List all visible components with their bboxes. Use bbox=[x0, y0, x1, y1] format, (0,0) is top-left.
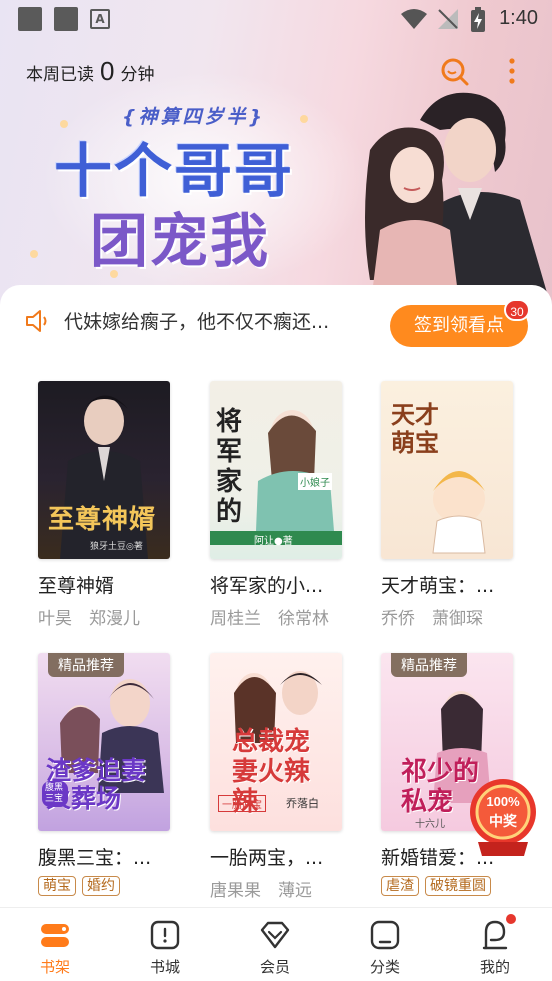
prize-percent: 100% bbox=[486, 794, 520, 809]
cover-title: 至尊神婿 bbox=[48, 505, 157, 535]
search-icon[interactable] bbox=[440, 57, 470, 87]
nav-label: 书城 bbox=[149, 958, 180, 976]
book-card[interactable]: 精品推荐 渣爹追妻火葬场 腹黑三宝 腹黑三宝：... 萌宝 婚约 bbox=[38, 653, 178, 896]
hero-banner[interactable]: {神算四岁半} 十个哥哥 团宠我 A 1:40 本周已读 0 分钟 bbox=[0, 0, 552, 310]
nav-bookshelf[interactable]: 书架 bbox=[0, 908, 110, 981]
reading-prefix: 本周已读 bbox=[26, 65, 94, 85]
notification-dot bbox=[506, 914, 516, 924]
cover-title: 天才萌宝 bbox=[391, 400, 439, 457]
profile-icon bbox=[482, 920, 508, 950]
checkin-badge: 30 bbox=[504, 299, 530, 321]
nav-membership[interactable]: 会员 bbox=[220, 908, 330, 981]
bottom-navigation: 书架 书城 会员 分类 我的 bbox=[0, 907, 552, 981]
reading-minutes: 0 bbox=[100, 56, 115, 86]
recommended-badge: 精品推荐 bbox=[48, 653, 124, 677]
book-card[interactable]: 总裁宠妻火辣辣 一胎两宝 乔落白 一胎两宝，... 唐果果 薄远 bbox=[210, 653, 350, 901]
lucky-draw-widget[interactable]: 100% 中奖 bbox=[468, 776, 538, 858]
prize-label: 中奖 bbox=[489, 814, 517, 830]
book-tag: 婚约 bbox=[82, 876, 120, 896]
cover-subtitle: 小娘子 bbox=[298, 473, 332, 490]
notice-bar[interactable]: 代妹嫁给瘸子，他不仅不瘸还... bbox=[24, 307, 364, 334]
status-bar: A 1:40 bbox=[0, 0, 552, 40]
banner-title-line2: 团宠我 bbox=[90, 207, 271, 275]
nav-label: 我的 bbox=[479, 958, 510, 976]
book-tag: 虐渣 bbox=[381, 876, 419, 896]
book-cover[interactable]: 精品推荐 渣爹追妻火葬场 腹黑三宝 bbox=[38, 653, 170, 831]
cover-credit: 乔落白 bbox=[286, 797, 319, 810]
book-title[interactable]: 将军家的小... bbox=[210, 571, 350, 598]
cover-subtitle: 一胎两宝 bbox=[218, 795, 266, 812]
book-authors: 乔侨 萧御琛 bbox=[381, 609, 483, 629]
book-cover[interactable]: 至尊神婿 狼牙土豆◎著 bbox=[38, 381, 170, 559]
cover-credit: 狼牙土豆◎著 bbox=[90, 542, 143, 552]
banner-title-art: {神算四岁半} 十个哥哥 团宠我 bbox=[40, 98, 340, 278]
book-card[interactable]: 将军家的 小娘子 阿让●著 将军家的小... 周桂兰 徐常林 bbox=[210, 381, 350, 629]
couple-illustration bbox=[365, 92, 552, 310]
book-tags: 萌宝 婚约 bbox=[38, 876, 178, 896]
book-title[interactable]: 一胎两宝，... bbox=[210, 843, 350, 870]
book-card[interactable]: 天才萌宝 天才萌宝：... 乔侨 萧御琛 bbox=[381, 381, 521, 629]
cover-subtitle: 腹黑三宝 bbox=[42, 781, 68, 807]
more-options-icon[interactable] bbox=[502, 57, 522, 87]
nav-category[interactable]: 分类 bbox=[330, 908, 440, 981]
notice-text[interactable]: 代妹嫁给瘸子，他不仅不瘸还... bbox=[64, 307, 364, 334]
no-signal-icon bbox=[438, 9, 458, 29]
notification-icon bbox=[54, 7, 78, 31]
category-icon bbox=[370, 920, 400, 950]
cover-credit: 阿让●著 bbox=[254, 536, 293, 547]
book-card[interactable]: 精品推荐 祁少的私宠 十六儿 新婚错爱：... 虐渣 破镜重圆 bbox=[381, 653, 521, 896]
speaker-icon bbox=[26, 309, 47, 332]
book-title[interactable]: 天才萌宝：... bbox=[381, 571, 521, 598]
clock: 1:40 bbox=[499, 7, 538, 29]
book-open-icon bbox=[150, 920, 180, 950]
weekly-reading-time: 本周已读 0 分钟 bbox=[26, 56, 154, 87]
book-cover[interactable]: 总裁宠妻火辣辣 一胎两宝 乔落白 bbox=[210, 653, 342, 831]
book-authors: 周桂兰 徐常林 bbox=[210, 609, 329, 629]
book-authors: 唐果果 薄远 bbox=[210, 881, 312, 901]
book-authors: 叶昊 郑漫儿 bbox=[38, 609, 140, 629]
book-cover[interactable]: 天才萌宝 bbox=[381, 381, 513, 559]
book-title[interactable]: 腹黑三宝：... bbox=[38, 843, 178, 870]
cover-title: 将军家的 bbox=[216, 407, 243, 527]
book-tag: 萌宝 bbox=[38, 876, 76, 896]
battery-charging-icon bbox=[471, 7, 485, 32]
recommended-badge: 精品推荐 bbox=[391, 653, 467, 677]
wifi-icon bbox=[401, 9, 427, 29]
nav-label: 分类 bbox=[369, 958, 400, 976]
app-notification-icon: A bbox=[90, 9, 110, 29]
nav-bookstore[interactable]: 书城 bbox=[110, 908, 220, 981]
cover-credit: 十六儿 bbox=[415, 819, 445, 830]
nav-label: 会员 bbox=[259, 958, 290, 976]
book-tags: 虐渣 破镜重圆 bbox=[381, 876, 521, 896]
petal-decoration bbox=[30, 250, 38, 258]
notification-icon bbox=[18, 7, 42, 31]
book-tag: 破镜重圆 bbox=[425, 876, 491, 896]
bookshelf-icon bbox=[41, 924, 69, 947]
book-title[interactable]: 至尊神婿 bbox=[38, 571, 178, 598]
nav-label: 书架 bbox=[39, 958, 70, 976]
book-cover[interactable]: 将军家的 小娘子 阿让●著 bbox=[210, 381, 342, 559]
book-card[interactable]: 至尊神婿 狼牙土豆◎著 至尊神婿 叶昊 郑漫儿 bbox=[38, 381, 178, 629]
nav-profile[interactable]: 我的 bbox=[440, 908, 550, 981]
reading-suffix: 分钟 bbox=[120, 65, 155, 85]
diamond-icon bbox=[260, 921, 290, 949]
